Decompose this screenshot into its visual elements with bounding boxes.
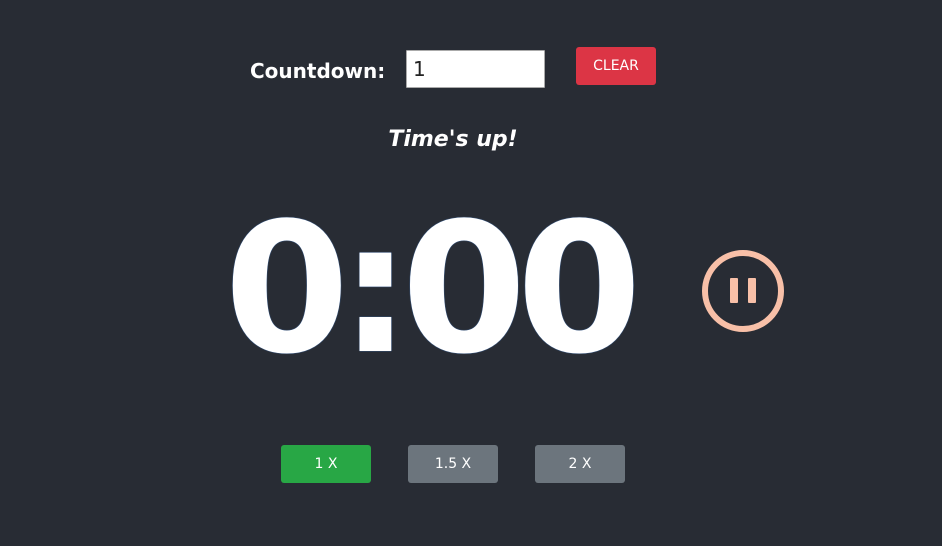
pause-icon [702,250,784,332]
countdown-label: Countdown: [250,59,386,83]
timer-display: 0:00 [224,185,642,394]
speed-2x-button[interactable]: 2 X [535,445,625,483]
countdown-timer-app: Countdown: CLEAR Time's up! 0:00 1 X 1.5… [0,0,942,546]
clear-button[interactable]: CLEAR [576,47,656,85]
speed-1-5x-button[interactable]: 1.5 X [408,445,498,483]
speed-1x-button[interactable]: 1 X [281,445,371,483]
countdown-input[interactable] [406,50,545,88]
pause-button[interactable] [700,248,786,334]
status-message: Time's up! [388,127,518,152]
